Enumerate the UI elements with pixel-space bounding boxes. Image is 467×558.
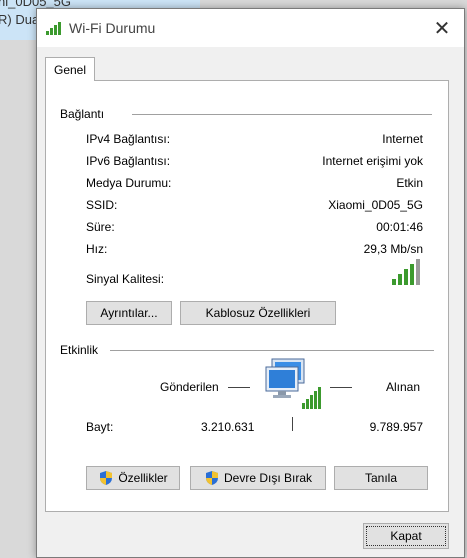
shield-icon (100, 471, 113, 485)
received-line (330, 387, 352, 388)
diagnose-button[interactable]: Tanıla (334, 466, 428, 490)
bytes-sent-value: 3.210.631 (201, 420, 255, 434)
bytes-received-value: 9.789.957 (369, 420, 423, 434)
close-dialog-button[interactable]: Kapat (363, 523, 449, 549)
bytes-label: Bayt: (86, 420, 114, 434)
wifi-status-dialog: Wi-Fi Durumu ✕ Genel Bağlantı IPv4 Bağla… (36, 8, 465, 558)
connection-section-label: Bağlantı (60, 107, 105, 121)
close-icon: ✕ (433, 17, 451, 40)
shield-icon (205, 471, 218, 485)
activity-divider (110, 350, 434, 351)
ipv6-label: IPv6 Bağlantısı: (86, 154, 171, 168)
media-state-value: Etkin (396, 176, 423, 190)
duration-value: 00:01:46 (376, 220, 423, 234)
ipv4-label: IPv4 Bağlantısı: (86, 132, 171, 146)
general-panel: Bağlantı IPv4 Bağlantısı: Internet IPv6 … (45, 80, 449, 512)
signal-quality-icon (392, 259, 420, 285)
signal-bar (410, 264, 414, 285)
close-button[interactable]: ✕ (420, 9, 464, 47)
background-adapter-name: R) Dua (0, 12, 40, 27)
ssid-label: SSID: (86, 198, 118, 212)
window-title: Wi-Fi Durumu (69, 20, 156, 36)
disable-button-label: Devre Dışı Bırak (223, 471, 313, 485)
disable-button[interactable]: Devre Dışı Bırak (190, 466, 326, 490)
speed-value: 29,3 Mb/sn (363, 242, 423, 256)
tab-genel[interactable]: Genel (45, 57, 95, 81)
sent-line (228, 387, 250, 388)
ssid-value: Xiaomi_0D05_5G (328, 198, 423, 212)
signal-bar (404, 269, 408, 285)
signal-quality-label: Sinyal Kalitesi: (86, 272, 165, 286)
wifi-signal-icon (46, 22, 61, 35)
wireless-properties-button[interactable]: Kablosuz Özellikleri (180, 301, 336, 325)
sent-label: Gönderilen (160, 380, 219, 394)
ipv4-value: Internet (382, 132, 423, 146)
media-state-label: Medya Durumu: (86, 176, 172, 190)
network-computers-icon (265, 358, 321, 409)
ipv6-value: Internet erişimi yok (322, 154, 423, 168)
signal-bar (392, 279, 396, 285)
properties-button[interactable]: Özellikler (86, 466, 180, 490)
properties-button-label: Özellikler (118, 471, 168, 485)
duration-label: Süre: (86, 220, 115, 234)
activity-section-label: Etkinlik (60, 343, 99, 357)
received-label: Alınan (386, 380, 421, 394)
speed-label: Hız: (86, 242, 108, 256)
title-bar[interactable]: Wi-Fi Durumu ✕ (37, 9, 464, 47)
connection-divider (132, 114, 432, 115)
activity-separator (292, 417, 293, 431)
details-button[interactable]: Ayrıntılar... (86, 301, 172, 325)
signal-bar (416, 259, 420, 285)
signal-bar (398, 274, 402, 285)
